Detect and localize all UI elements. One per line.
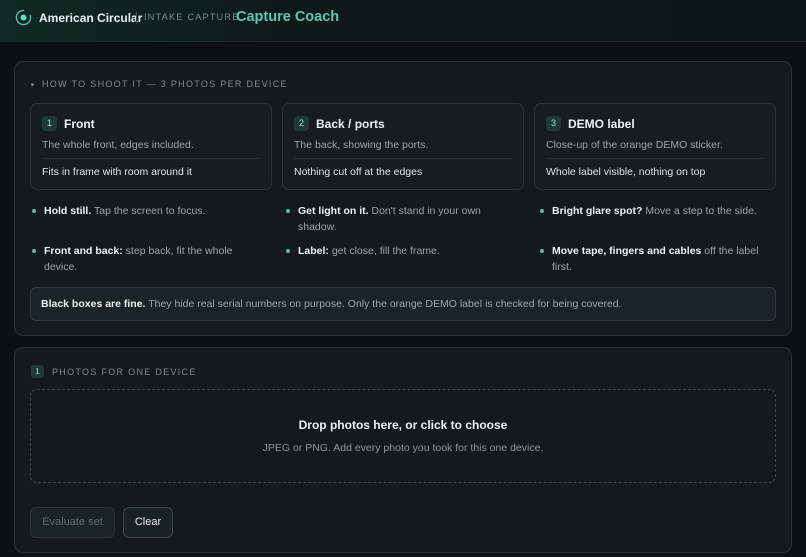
guide-heading: HOW TO SHOOT IT — 3 PHOTOS PER DEVICE (31, 79, 288, 89)
tip-bullet-icon (32, 209, 36, 213)
shooting-guide-card: HOW TO SHOOT IT — 3 PHOTOS PER DEVICE 1 … (14, 61, 792, 336)
tip-bullet-icon (540, 249, 544, 253)
tip-item: Label: get close, fill the frame. (284, 243, 514, 259)
step-description: The whole front, edges included. (42, 139, 194, 151)
step-check: Nothing cut off at the edges (294, 166, 423, 178)
step-check: Fits in frame with room around it (42, 166, 192, 178)
tip-item: Hold still. Tap the screen to focus. (30, 203, 260, 219)
step-divider (294, 158, 512, 159)
step-number: 3 (546, 116, 561, 131)
app-title: Capture Coach (236, 9, 340, 25)
guide-heading-text: HOW TO SHOOT IT — 3 PHOTOS PER DEVICE (42, 79, 288, 89)
step-divider (42, 158, 260, 159)
step-number: 2 (294, 116, 309, 131)
tip-bold: Get light on it. (298, 205, 369, 217)
tip-bullet-icon (286, 249, 290, 253)
logo-icon (15, 9, 32, 26)
step-title: DEMO label (568, 117, 635, 131)
step-number: 1 (42, 116, 57, 131)
step-card-back: 2 Back / ports The back, showing the por… (282, 103, 524, 190)
evaluate-set-button[interactable]: Evaluate set (30, 507, 115, 538)
upload-card: 1 PHOTOS FOR ONE DEVICE Drop photos here… (14, 347, 792, 553)
step-description: The back, showing the ports. (294, 139, 429, 151)
header-divider (136, 11, 137, 24)
upload-heading-text: PHOTOS FOR ONE DEVICE (52, 366, 197, 377)
tip-bullet-icon (32, 249, 36, 253)
tip-text: get close, fill the frame. (328, 245, 440, 257)
step-check: Whole label visible, nothing on top (546, 166, 706, 178)
note-bold: Black boxes are fine. (41, 298, 146, 310)
tip-text: Tap the screen to focus. (91, 205, 206, 217)
tip-item: Get light on it. Don't stand in your own… (284, 203, 514, 235)
step-description: Close-up of the orange DEMO sticker. (546, 139, 723, 151)
photo-dropzone[interactable]: Drop photos here, or click to choose JPE… (30, 389, 776, 483)
dropzone-subtitle: JPEG or PNG. Add every photo you took fo… (262, 442, 544, 454)
step-title: Front (64, 117, 95, 131)
top-bar: American Circular INTAKE CAPTURE Capture… (0, 0, 806, 42)
tip-bold: Hold still. (44, 205, 92, 217)
upload-step-number: 1 (31, 365, 44, 378)
note-text: They hide real serial numbers on purpose… (145, 298, 622, 310)
bullet-icon (31, 82, 34, 86)
step-card-demo-label: 3 DEMO label Close-up of the orange DEMO… (534, 103, 776, 190)
tip-text: Move a step to the side. (642, 205, 757, 217)
step-title: Back / ports (316, 117, 385, 131)
step-divider (546, 158, 764, 159)
clear-button[interactable]: Clear (123, 507, 173, 538)
dropzone-title: Drop photos here, or click to choose (298, 418, 508, 432)
redaction-note: Black boxes are fine. They hide real ser… (30, 287, 776, 321)
tip-bold: Bright glare spot? (552, 205, 643, 217)
brand-name: American Circular (39, 11, 143, 25)
tip-bullet-icon (286, 209, 290, 213)
section-label: INTAKE CAPTURE (144, 12, 240, 22)
tip-item: Front and back: step back, fit the whole… (30, 243, 260, 275)
tip-bold: Front and back: (44, 245, 123, 257)
step-card-front: 1 Front The whole front, edges included.… (30, 103, 272, 190)
tip-bold: Label: (298, 245, 329, 257)
upload-heading: 1 PHOTOS FOR ONE DEVICE (31, 365, 197, 378)
tip-bullet-icon (540, 209, 544, 213)
tip-item: Move tape, fingers and cables off the la… (538, 243, 768, 275)
tip-bold: Move tape, fingers and cables (552, 245, 702, 257)
tip-item: Bright glare spot? Move a step to the si… (538, 203, 768, 219)
